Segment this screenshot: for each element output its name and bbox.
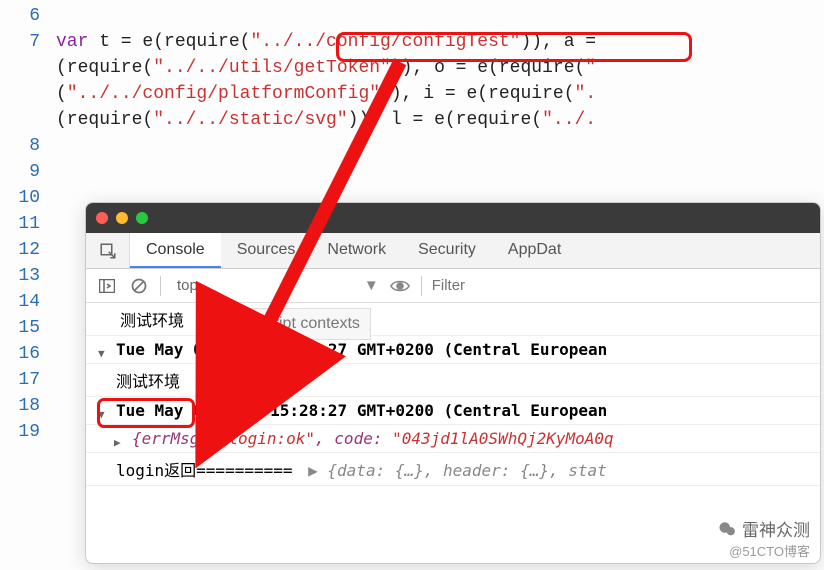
filter-input[interactable] [432, 277, 552, 294]
console-row[interactable]: Tue May 05 2020 15:28:27 GMT+0200 (Centr… [86, 336, 820, 364]
console-row[interactable]: Tue May 05 2020 15:28:27 GMT+0200 (Centr… [86, 397, 820, 425]
line-number: 16 [0, 338, 56, 364]
line-number: 17 [0, 364, 56, 390]
line-number: 9 [0, 156, 56, 182]
line-number: 18 [0, 390, 56, 416]
line-number: 19 [0, 416, 56, 442]
tab-sources[interactable]: Sources [221, 233, 312, 268]
watermark: 雷神众测 @51CTO博客 [718, 516, 810, 560]
line-number: 13 [0, 260, 56, 286]
console-toolbar: top ▼ [86, 269, 820, 303]
tab-security[interactable]: Security [402, 233, 492, 268]
line-number: 7 [0, 26, 56, 52]
dropdown-caret-icon[interactable]: ▼ [364, 277, 379, 294]
tab-network[interactable]: Network [311, 233, 402, 268]
line-number: 14 [0, 286, 56, 312]
tab-console[interactable]: Console [130, 233, 221, 268]
eye-icon[interactable] [389, 275, 411, 297]
context-display: 测试环境 [86, 303, 820, 336]
line-number: 8 [0, 130, 56, 156]
line-number: 15 [0, 312, 56, 338]
line-number: 10 [0, 182, 56, 208]
line-number: 6 [0, 0, 56, 26]
devtools-panel: Console Sources Network Security AppDat … [85, 202, 821, 564]
expand-icon[interactable] [98, 403, 105, 422]
console-output: 测试环境 Tue May 05 2020 15:28:27 GMT+0200 (… [86, 303, 820, 486]
devtools-tabs: Console Sources Network Security AppDat [86, 233, 820, 269]
line-number: 12 [0, 234, 56, 260]
code-line[interactable]: (require("../../static/svg")), l = e(req… [56, 104, 596, 130]
code-line[interactable]: ("../../config/platformConfig")), i = e(… [56, 78, 596, 104]
inspect-icon[interactable] [86, 233, 130, 268]
line-number: 11 [0, 208, 56, 234]
tab-appdata[interactable]: AppDat [492, 233, 577, 268]
console-row[interactable]: {errMsg: "login:ok", code: "043jd1lA0SWh… [86, 425, 820, 453]
console-row[interactable]: 测试环境 [86, 364, 820, 397]
minimize-icon[interactable] [116, 212, 128, 224]
code-line[interactable]: (require("../../utils/getToken")), o = e… [56, 52, 596, 78]
close-icon[interactable] [96, 212, 108, 224]
clear-icon[interactable] [128, 275, 150, 297]
code-line[interactable]: var t = e(require("../../config/configTe… [56, 26, 596, 52]
sidebar-toggle-icon[interactable] [96, 275, 118, 297]
console-row[interactable]: login返回========== ▶ {data: {…}, header: … [86, 453, 820, 486]
context-selector[interactable]: top [171, 277, 204, 294]
expand-icon[interactable] [98, 342, 105, 361]
window-titlebar [86, 203, 820, 233]
expand-icon[interactable] [114, 431, 121, 450]
maximize-icon[interactable] [136, 212, 148, 224]
wechat-icon [718, 520, 736, 538]
